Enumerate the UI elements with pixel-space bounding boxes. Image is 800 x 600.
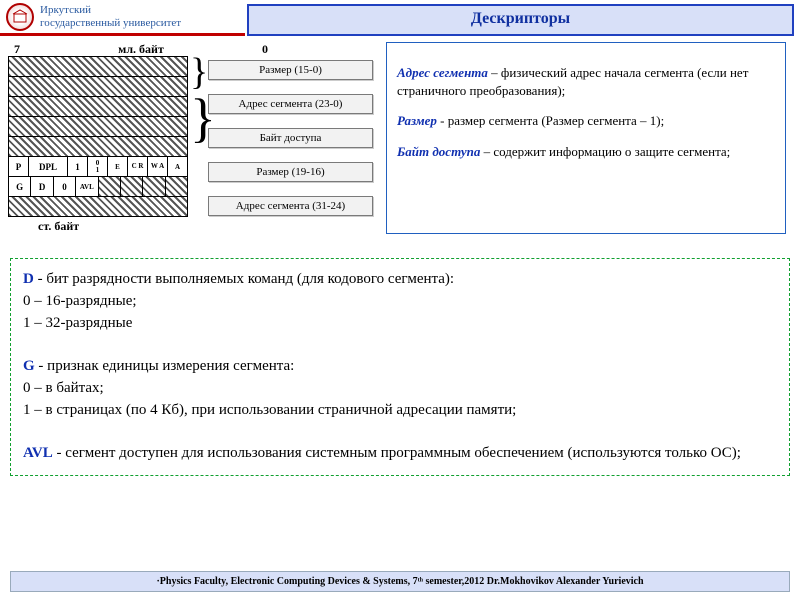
cell-0: 0 — [54, 177, 76, 196]
desc-text: 1 – в страницах (по 4 Кб), при использов… — [23, 400, 777, 422]
desc-text: 1 – 32-разрядные — [23, 313, 777, 335]
desc-text: - признак единицы измерения сегмента: — [35, 358, 295, 374]
bit-low: 0 — [262, 42, 268, 57]
label-access-byte: Байт доступа — [208, 128, 373, 148]
byte-row — [8, 116, 188, 137]
cell-hatched — [166, 177, 187, 196]
university-name: Иркутский государственный университет — [40, 4, 181, 28]
label-addr-31-24: Адрес сегмента (31-24) — [208, 196, 373, 216]
byte-row — [8, 76, 188, 97]
footer-credit: ·Physics Faculty, Electronic Computing D… — [10, 571, 790, 592]
flags-description-box: D - бит разрядности выполняемых команд (… — [10, 258, 790, 476]
term-access: Байт доступа — [397, 144, 480, 159]
byte-row — [8, 56, 188, 77]
label-addr-23-0: Адрес сегмента (23-0) — [208, 94, 373, 114]
def-text: – содержит информацию о защите сегмента; — [480, 144, 730, 159]
cell-AVL: AVL — [76, 177, 98, 196]
cell-E: E — [108, 157, 128, 176]
cell-hatched — [99, 177, 121, 196]
logo-area: Иркутский государственный университет — [0, 0, 245, 36]
cell-hatched — [121, 177, 143, 196]
cell-DPL: DPL — [29, 157, 68, 176]
cell-A: A — [168, 157, 187, 176]
symbol-G: G — [23, 358, 35, 374]
cell-G: G — [9, 177, 31, 196]
cell-hatched — [143, 177, 165, 196]
term-size: Размер — [397, 113, 437, 128]
definitions-box: Адрес сегмента – физический адрес начала… — [386, 42, 786, 234]
desc-text: 0 – 16-разрядные; — [23, 291, 777, 313]
label-size-15-0: Размер (15-0) — [208, 60, 373, 80]
header-bar: Иркутский государственный университет Де… — [0, 0, 800, 36]
cell-WA: W A — [148, 157, 168, 176]
byte-row — [8, 96, 188, 117]
byte-row — [8, 136, 188, 157]
bit-high: 7 — [14, 42, 20, 57]
desc-text: - сегмент доступен для использования сис… — [53, 445, 741, 461]
brace-icon: } — [190, 62, 208, 83]
def-text: - размер сегмента (Размер сегмента – 1); — [437, 113, 664, 128]
cell-1: 1 — [68, 157, 88, 176]
cell-P: P — [9, 157, 29, 176]
term-address: Адрес сегмента — [397, 65, 488, 80]
byte-row-gd: G D 0 AVL — [8, 176, 188, 197]
desc-text: 0 – в байтах; — [23, 378, 777, 400]
cell-CR: C R — [128, 157, 148, 176]
page-title: Дескрипторы — [247, 4, 794, 36]
byte-row-access: P DPL 1 01 E C R W A A — [8, 156, 188, 177]
ml-byte-label: мл. байт — [118, 42, 164, 57]
symbol-AVL: AVL — [23, 445, 53, 461]
cell-D: D — [31, 177, 53, 196]
desc-text: - бит разрядности выполняемых команд (дл… — [34, 271, 454, 287]
symbol-D: D — [23, 271, 34, 287]
label-size-19-16: Размер (19-16) — [208, 162, 373, 182]
descriptor-diagram: 7 мл. байт 0 P DPL 1 01 E C R W A A — [8, 42, 378, 234]
byte-row — [8, 196, 188, 217]
cell-0-1: 01 — [88, 157, 108, 176]
university-logo-icon — [6, 3, 34, 31]
